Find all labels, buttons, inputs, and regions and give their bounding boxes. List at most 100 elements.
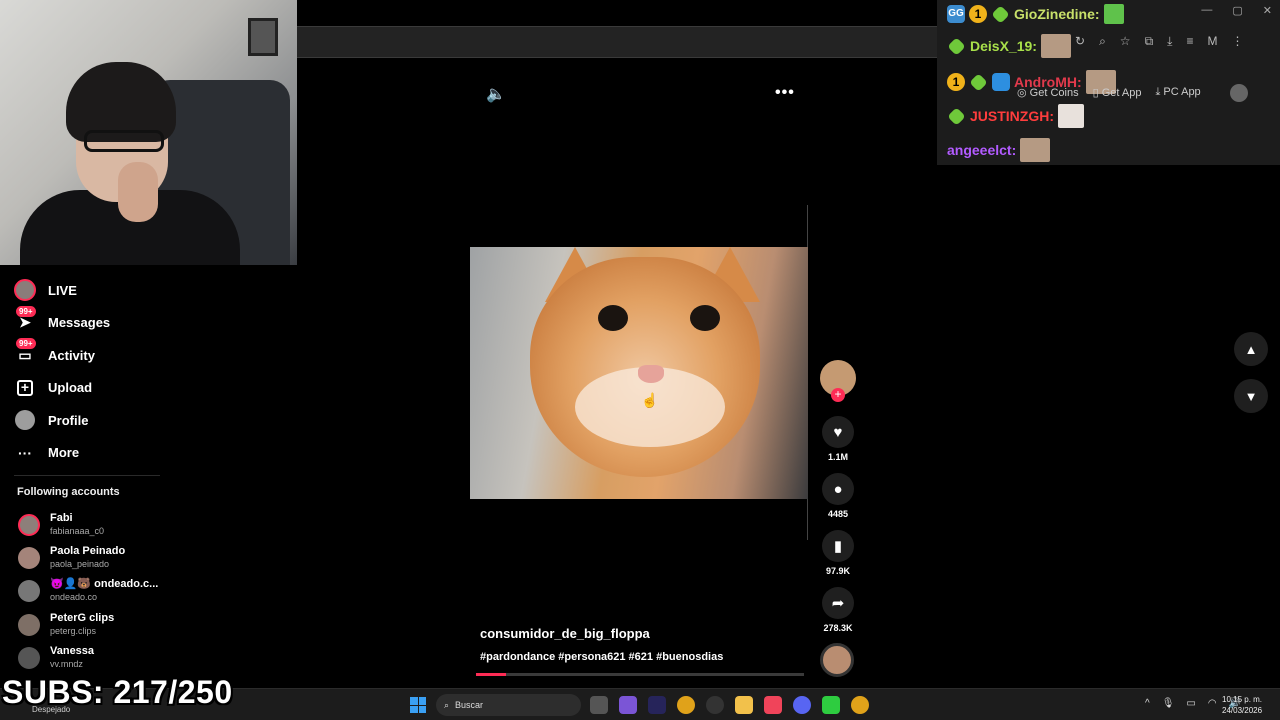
- pc-app-link[interactable]: ⤓ PC App: [1155, 86, 1200, 99]
- following-account[interactable]: Fabi fabianaaa_c0: [18, 512, 104, 537]
- avatar: [18, 646, 40, 669]
- windows-start-icon[interactable]: [410, 697, 426, 713]
- file-explorer-icon[interactable]: [735, 696, 753, 714]
- profile-m-icon[interactable]: M: [1207, 34, 1217, 49]
- comment-action[interactable]: ● 4485: [822, 473, 854, 519]
- chat-message: DeisX_19:: [947, 32, 1071, 60]
- follow-plus-icon[interactable]: +: [831, 388, 845, 402]
- account-name: 😈👤🐻 ondeado.c...: [50, 578, 159, 590]
- display-icon[interactable]: ▭: [1186, 698, 1195, 709]
- share-action[interactable]: ➦ 278.3K: [822, 587, 854, 633]
- get-coins-link[interactable]: ◎ Get Coins: [1017, 86, 1079, 99]
- cube-badge-icon: [992, 73, 1010, 91]
- search-placeholder: Buscar: [455, 700, 484, 710]
- following-account[interactable]: PeterG clips peterg.clips: [18, 612, 114, 637]
- save-action[interactable]: ▮ 97.9K: [822, 530, 854, 576]
- chevron-up-icon[interactable]: ▲: [1234, 332, 1268, 366]
- sidebar-item-more[interactable]: ··· More: [14, 437, 164, 470]
- hand-cursor-icon: ☝: [641, 392, 659, 408]
- get-app-link[interactable]: ▯ Get App: [1093, 86, 1142, 99]
- task-view-icon[interactable]: [590, 696, 608, 714]
- minimize-icon[interactable]: —: [1201, 4, 1212, 17]
- more-options-icon[interactable]: •••: [775, 84, 795, 102]
- chat-message: JUSTINZGH:: [947, 102, 1084, 130]
- video-progress-bar[interactable]: [476, 673, 804, 676]
- chat-message: GG 1 GioZinedine:: [947, 0, 1124, 28]
- following-account[interactable]: 😈👤🐻 ondeado.c... ondeado.co: [18, 578, 158, 603]
- video-player[interactable]: [470, 247, 808, 499]
- sidebar-item-label: Activity: [48, 347, 95, 363]
- sidebar-item-live[interactable]: LIVE: [14, 274, 164, 307]
- comment-icon[interactable]: ●: [822, 473, 854, 505]
- following-title: Following accounts: [17, 486, 120, 498]
- following-account[interactable]: Vanessa vv.mndz: [18, 645, 94, 670]
- emote-icon: [1040, 34, 1071, 58]
- premiere-icon[interactable]: [648, 696, 666, 714]
- taskbar-clock[interactable]: 10:15 p. m. 24/03/2026: [1222, 694, 1262, 716]
- avatar: [18, 579, 40, 602]
- sidebar-item-label: LIVE: [48, 282, 77, 298]
- music-app-icon[interactable]: [764, 696, 782, 714]
- cat-eye: [690, 305, 720, 331]
- gem-badge-icon: [947, 36, 966, 56]
- activity-icon: ▭ 99+: [14, 338, 36, 366]
- account-handle: ondeado.co: [50, 592, 98, 602]
- sidebar-item-upload[interactable]: + Upload: [14, 372, 164, 405]
- user-avatar[interactable]: [1230, 84, 1248, 102]
- account-name: Paola Peinado: [50, 545, 126, 557]
- get-app-label: Get App: [1101, 87, 1142, 99]
- gem-badge-icon: [991, 4, 1010, 24]
- chevron-up-icon[interactable]: ^: [1145, 698, 1150, 709]
- video-hashtags[interactable]: #pardondance #persona621 #621 #buenosdia…: [480, 651, 723, 663]
- messages-icon: ➤ 99+: [14, 305, 36, 334]
- like-action[interactable]: ♥ 1.1M: [822, 416, 854, 462]
- comment-count: 4485: [827, 509, 849, 519]
- browser-tools: ↻ ⌕ ☆ ⧉ ⤓ ≡ M ⋮: [1075, 34, 1243, 49]
- level-one-badge-icon: 1: [947, 73, 965, 91]
- discord-icon[interactable]: [793, 696, 811, 714]
- chevron-down-icon[interactable]: ▼: [1234, 379, 1268, 413]
- music-disc-icon[interactable]: [820, 643, 854, 677]
- account-name: Fabi: [50, 512, 73, 524]
- refresh-icon[interactable]: ↻: [1075, 34, 1085, 49]
- star-icon[interactable]: ☆: [1120, 34, 1131, 49]
- pc-app-label: PC App: [1163, 86, 1201, 98]
- zoom-icon[interactable]: ⌕: [1099, 34, 1106, 49]
- share-icon[interactable]: ➦: [822, 587, 854, 619]
- download-icon[interactable]: ⤓: [1167, 34, 1172, 49]
- menu-dots-icon[interactable]: ⋮: [1231, 34, 1243, 49]
- gem-badge-icon: [969, 72, 988, 92]
- clock-date: 24/03/2026: [1222, 706, 1263, 715]
- extensions-icon[interactable]: ⧉: [1145, 34, 1154, 49]
- taskbar-search[interactable]: ⌕ Buscar: [436, 694, 581, 716]
- notification-badge: 99+: [16, 305, 36, 317]
- sidebar-item-label: Messages: [48, 315, 111, 331]
- maximize-icon[interactable]: ▢: [1232, 4, 1242, 17]
- avatar: [18, 513, 40, 536]
- bookmark-icon[interactable]: ▮: [822, 530, 854, 562]
- volume-icon[interactable]: 🔈: [486, 84, 506, 104]
- video-author[interactable]: consumidor_de_big_floppa: [480, 626, 650, 641]
- sidebar-item-profile[interactable]: Profile: [14, 404, 164, 437]
- obs-icon[interactable]: [706, 696, 724, 714]
- playlist-icon[interactable]: ≡: [1186, 34, 1193, 49]
- microphone-icon[interactable]: 🎙: [1162, 698, 1175, 709]
- more-dots-icon: ···: [18, 444, 32, 461]
- close-icon[interactable]: ✕: [1263, 4, 1272, 17]
- wifi-icon[interactable]: ◠: [1208, 698, 1217, 709]
- chrome-icon[interactable]: [677, 696, 695, 714]
- upload-icon: +: [14, 377, 36, 399]
- sidebar-item-activity[interactable]: ▭ 99+ Activity: [14, 338, 164, 372]
- heart-icon[interactable]: ♥: [822, 416, 854, 448]
- sidebar-item-messages[interactable]: ➤ 99+ Messages: [14, 305, 164, 340]
- following-account[interactable]: Paola Peinado paola_peinado: [18, 545, 125, 570]
- webcam-feed: [0, 0, 297, 265]
- chat-username: DeisX_19:: [970, 38, 1037, 54]
- sidebar-item-label: Upload: [48, 380, 93, 396]
- gg-badge-icon: GG: [947, 5, 965, 23]
- copilot-icon[interactable]: [619, 696, 637, 714]
- account-name: Vanessa: [50, 645, 95, 657]
- save-count: 97.9K: [825, 566, 851, 576]
- chrome-profile-icon[interactable]: [851, 696, 869, 714]
- kick-icon[interactable]: [822, 696, 840, 714]
